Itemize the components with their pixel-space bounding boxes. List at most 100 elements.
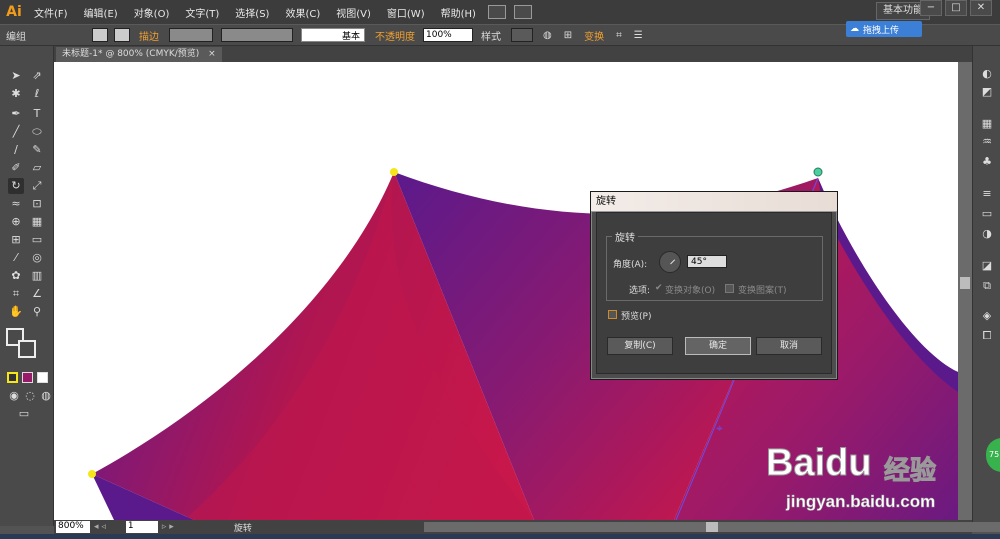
lasso-icon[interactable]: ℓ <box>29 86 45 102</box>
zoom-tool-icon[interactable]: ⚲ <box>29 304 45 320</box>
menu-file[interactable]: 文件(F) <box>26 5 76 20</box>
brushes-icon[interactable]: ♒ <box>979 134 995 150</box>
type-tool-icon[interactable]: T <box>29 106 45 122</box>
variable-width-dropdown[interactable] <box>221 28 293 42</box>
zoom-field[interactable]: 800% <box>56 521 90 533</box>
column-graph-icon[interactable]: ▥ <box>29 268 45 284</box>
angle-input[interactable]: 45° <box>687 255 727 268</box>
panel-menu-icon[interactable]: ☰ <box>628 30 649 41</box>
warp-tool-icon[interactable]: ≈ <box>8 196 24 212</box>
stroke-panel-icon[interactable]: ≡ <box>979 186 995 202</box>
minimize-button[interactable]: − <box>920 0 942 16</box>
recolor-icon[interactable]: ◍ <box>537 30 558 41</box>
shape-builder-icon[interactable]: ⊕ <box>8 214 24 230</box>
preview-checkbox[interactable] <box>608 310 617 319</box>
gradient-mode-icon[interactable] <box>22 372 33 383</box>
artboards-icon[interactable]: ⧠ <box>979 328 995 344</box>
scale-tool-icon[interactable]: ⤢ <box>29 178 45 194</box>
layers-icon[interactable]: ◈ <box>979 308 995 324</box>
transparency-icon[interactable]: ◑ <box>979 226 995 242</box>
artboard-nav-icon[interactable]: ◂ ◃ <box>94 522 106 532</box>
status-text: 旋转 <box>233 523 252 534</box>
menu-type[interactable]: 文字(T) <box>177 5 227 20</box>
menu-object[interactable]: 对象(O) <box>126 5 178 20</box>
paintbrush-icon[interactable]: ∕ <box>8 142 24 158</box>
slice-tool-icon[interactable]: ∠ <box>29 286 45 302</box>
eraser-icon[interactable]: ▱ <box>29 160 45 176</box>
appearance-icon[interactable]: ◪ <box>979 258 995 274</box>
ellipse-tool-icon[interactable]: ⬭ <box>29 124 45 140</box>
menu-window[interactable]: 窗口(W) <box>379 5 433 20</box>
color-guide-icon[interactable]: ◩ <box>979 84 995 100</box>
maximize-button[interactable]: □ <box>945 0 967 16</box>
opacity-field[interactable]: 100% <box>423 28 473 42</box>
transform-patterns-checkbox[interactable] <box>725 284 734 293</box>
pencil-icon[interactable]: ✎ <box>29 142 45 158</box>
close-tab-icon[interactable]: × <box>208 49 216 59</box>
close-window-button[interactable]: ✕ <box>970 0 992 16</box>
vertical-scroll-thumb[interactable] <box>960 277 970 289</box>
menu-edit[interactable]: 编辑(E) <box>76 5 126 20</box>
opacity-label[interactable]: 不透明度 <box>369 28 421 43</box>
stroke-label[interactable]: 描边 <box>133 28 165 43</box>
color-panel-icon[interactable]: ◐ <box>979 66 995 82</box>
bridge-icon[interactable] <box>487 5 506 19</box>
stroke-swatch[interactable] <box>114 28 130 42</box>
graphic-style-dropdown[interactable] <box>511 28 533 42</box>
dialog-title: 旋转 <box>591 192 837 212</box>
brush-definition-dropdown[interactable]: 基本 <box>301 28 365 42</box>
blob-brush-icon[interactable]: ✐ <box>8 160 24 176</box>
gradient-tool-icon[interactable]: ▭ <box>29 232 45 248</box>
color-mode-icon[interactable] <box>7 372 18 383</box>
arrange-documents-icon[interactable] <box>513 5 532 19</box>
transform-label[interactable]: 变换 <box>578 28 610 43</box>
menu-effect[interactable]: 效果(C) <box>277 5 328 20</box>
draw-inside-icon[interactable]: ◍ <box>38 388 54 404</box>
swatches-icon[interactable]: ▦ <box>979 116 995 132</box>
artboard-next-icon[interactable]: ▹ ▸ <box>162 522 174 532</box>
document-tab[interactable]: 未标题-1* @ 800% (CMYK/预览) × <box>56 47 222 62</box>
horizontal-scrollbar[interactable] <box>424 522 1000 532</box>
ok-button[interactable]: 确定 <box>685 337 751 355</box>
artboard-tool-icon[interactable]: ⌗ <box>8 286 24 302</box>
menu-help[interactable]: 帮助(H) <box>433 5 484 20</box>
gradient-panel-icon[interactable]: ▭ <box>979 206 995 222</box>
isolate-icon[interactable]: ⌗ <box>610 30 628 41</box>
stroke-weight-dropdown[interactable] <box>169 28 213 42</box>
symbol-sprayer-icon[interactable]: ✿ <box>8 268 24 284</box>
graphic-styles-icon[interactable]: ⧉ <box>979 278 995 294</box>
options-label: 选项: <box>629 286 651 296</box>
angle-dial-icon[interactable] <box>659 251 681 273</box>
hand-tool-icon[interactable]: ✋ <box>8 304 24 320</box>
screen-mode-icon[interactable]: ▭ <box>16 406 32 422</box>
stroke-color-box[interactable] <box>18 340 36 358</box>
blend-tool-icon[interactable]: ◎ <box>29 250 45 266</box>
none-mode-icon[interactable] <box>37 372 48 383</box>
draw-behind-icon[interactable]: ◌ <box>22 388 38 404</box>
rotate-tool-icon[interactable]: ↻ <box>8 178 24 194</box>
copy-button[interactable]: 复制(C) <box>607 337 673 355</box>
menu-view[interactable]: 视图(V) <box>328 5 379 20</box>
horizontal-scroll-thumb[interactable] <box>706 522 718 532</box>
magic-wand-icon[interactable]: ✱ <box>8 86 24 102</box>
free-transform-icon[interactable]: ⊡ <box>29 196 45 212</box>
menu-select[interactable]: 选择(S) <box>227 5 277 20</box>
symbols-icon[interactable]: ♣ <box>979 154 995 170</box>
artboard-number-field[interactable]: 1 <box>125 521 158 533</box>
checkmark-icon: ✔ <box>655 283 663 293</box>
draw-normal-icon[interactable]: ◉ <box>6 388 22 404</box>
cancel-button[interactable]: 取消 <box>756 337 822 355</box>
rotate-group-title: 旋转 <box>612 229 638 244</box>
selection-tool-icon[interactable]: ➤ <box>8 68 24 84</box>
line-tool-icon[interactable]: ╱ <box>8 124 24 140</box>
direct-selection-tool-icon[interactable]: ⇗ <box>29 68 45 84</box>
pen-tool-icon[interactable]: ✒ <box>8 106 24 122</box>
eyedropper-icon[interactable]: ⁄ <box>8 250 24 266</box>
transform-objects-checkbox[interactable]: 变换对象(O) <box>665 283 715 296</box>
vertical-scrollbar[interactable] <box>958 62 972 520</box>
perspective-grid-icon[interactable]: ▦ <box>29 214 45 230</box>
mesh-tool-icon[interactable]: ⊞ <box>8 232 24 248</box>
cloud-upload-button[interactable]: ☁ 拖拽上传 <box>846 21 922 37</box>
align-icon[interactable]: ⊞ <box>558 30 578 41</box>
fill-swatch[interactable] <box>92 28 108 42</box>
